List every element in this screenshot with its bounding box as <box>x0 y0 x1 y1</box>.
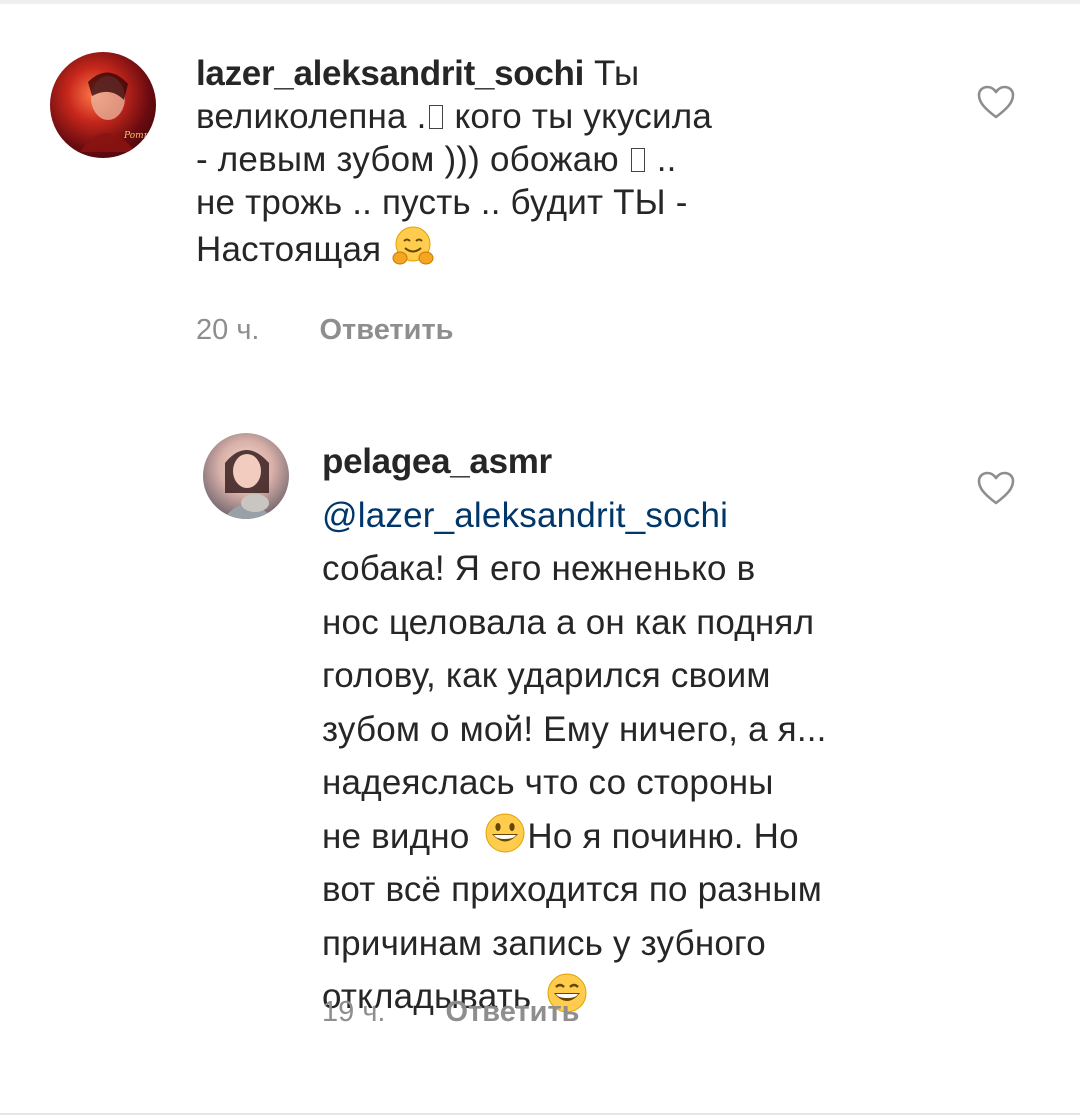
comment-line: великолепна . <box>196 97 427 136</box>
comment-text: lazer_aleksandrit_sochi Ты великолепна .… <box>196 52 896 271</box>
comment-line: Но я починю. Но <box>527 816 799 856</box>
avatar[interactable]: Pomp <box>50 52 156 158</box>
avatar-portrait-icon: Pomp <box>80 72 150 152</box>
comment-line: собака! Я его нежненько в <box>322 549 756 588</box>
avatar[interactable] <box>203 433 289 519</box>
comment-line: - левым зубом ))) обожаю <box>196 140 619 179</box>
comment-line: зубом о мой! Ему ничего, а я... <box>322 709 827 749</box>
comment-line: кого ты укусила <box>454 97 713 136</box>
avatar-girl-with-cat-icon <box>223 450 273 519</box>
missing-glyph-icon <box>630 148 645 172</box>
comment-text: pelagea_asmr @lazer_aleksandrit_sochi со… <box>322 435 1002 1024</box>
comment-line: не видно <box>322 816 470 856</box>
hugging-face-emoji-icon <box>392 226 434 265</box>
comment-line: Настоящая <box>196 230 382 269</box>
heart-outline-icon[interactable] <box>976 470 1016 506</box>
comment-meta: 19 ч. Ответить <box>322 996 580 1029</box>
reply-button[interactable]: Ответить <box>319 314 453 347</box>
missing-glyph-icon <box>428 105 443 129</box>
reply-button[interactable]: Ответить <box>445 996 579 1029</box>
comment-line: .. <box>656 140 677 179</box>
comment-username[interactable]: pelagea_asmr <box>322 442 552 481</box>
comment-line: причинам запись у зубного <box>322 923 766 963</box>
heart-outline-icon[interactable] <box>976 84 1016 120</box>
mention-link[interactable]: @lazer_aleksandrit_sochi <box>322 496 728 535</box>
comment-line: вот всё приходится по разным <box>322 870 822 909</box>
comment-line: Ты <box>593 54 640 93</box>
comment-meta: 20 ч. Ответить <box>196 314 454 347</box>
svg-text:Pomp: Pomp <box>123 131 150 141</box>
comment-line: голову, как ударился своим <box>322 656 771 695</box>
comment-line: не трожь .. пусть .. будит ТЫ - <box>196 183 688 222</box>
comment-timestamp: 20 ч. <box>196 314 260 346</box>
bottom-divider <box>0 1113 1080 1115</box>
grinning-face-emoji-icon <box>485 813 525 852</box>
comment-line: надеяслась что со стороны <box>322 763 774 802</box>
top-divider <box>0 0 1080 4</box>
comment-username[interactable]: lazer_aleksandrit_sochi <box>196 54 584 93</box>
comment-timestamp: 19 ч. <box>322 996 386 1028</box>
comment-line: нос целовала а он как поднял <box>322 602 815 642</box>
